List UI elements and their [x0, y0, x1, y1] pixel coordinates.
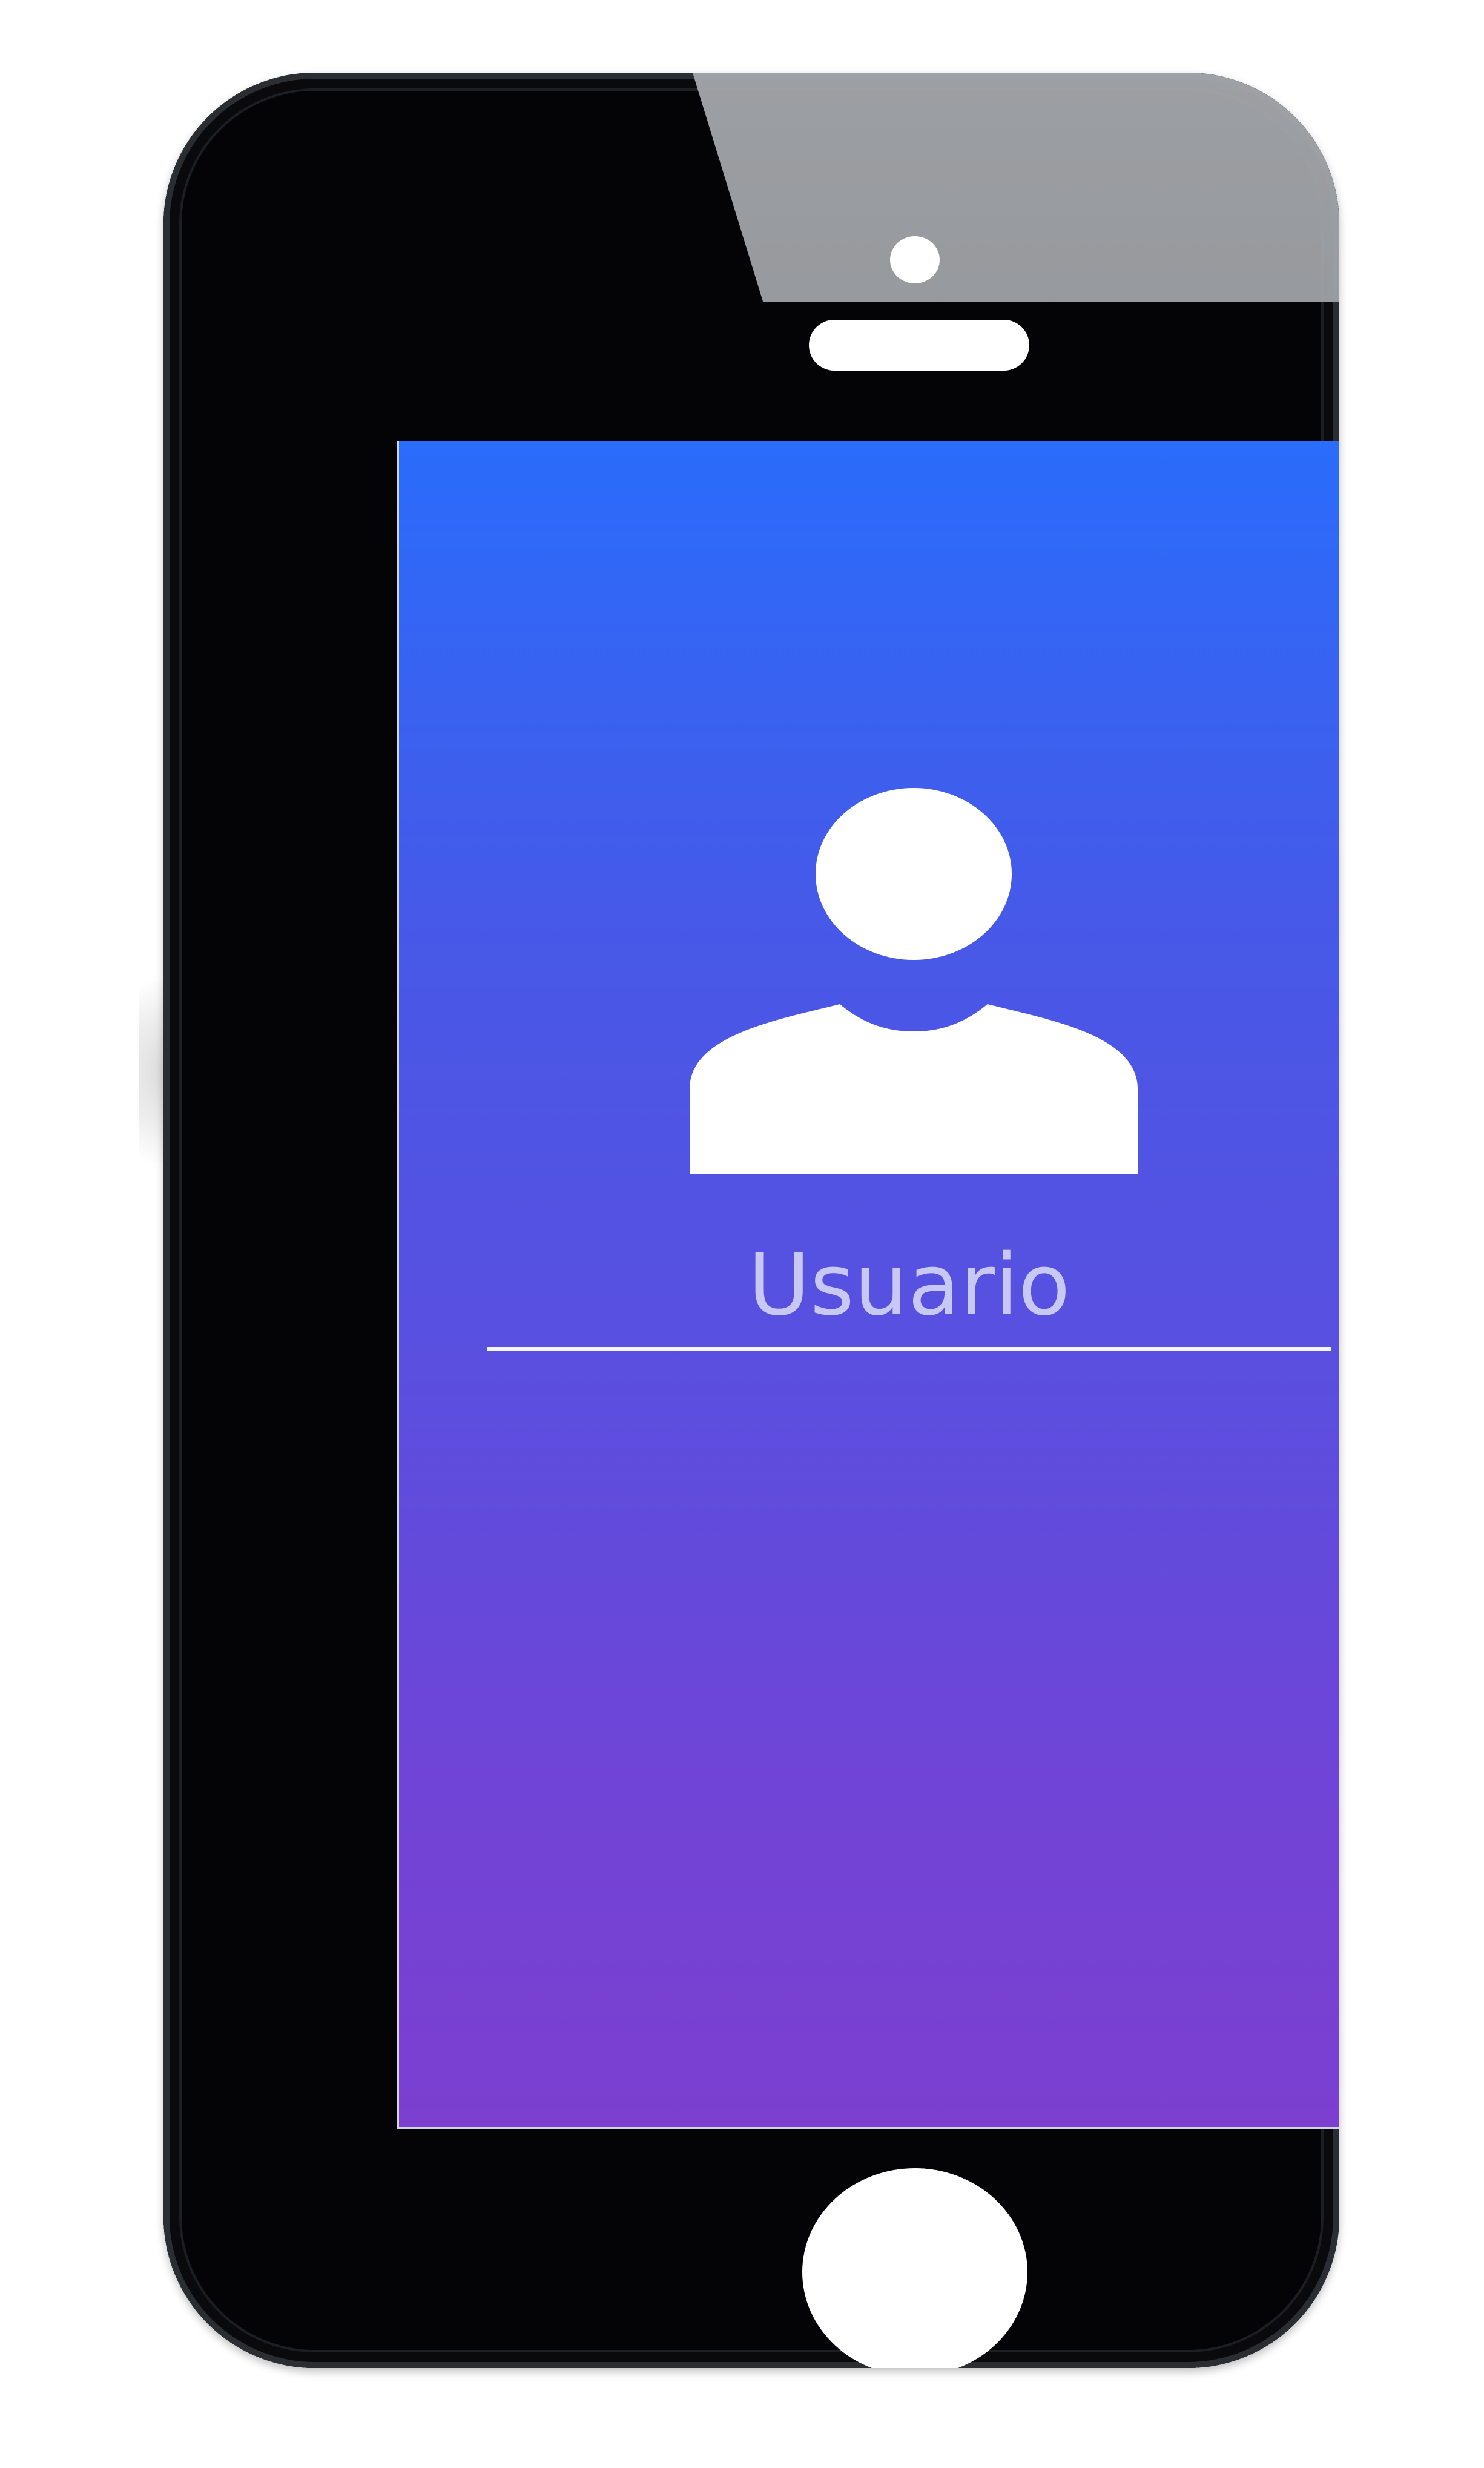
phone-frame	[163, 73, 1339, 2368]
user-icon	[690, 788, 1138, 1174]
username-input[interactable]	[487, 1234, 1331, 1351]
app-screen	[397, 441, 1339, 2129]
home-button[interactable]	[802, 2168, 1027, 2368]
camera-icon	[890, 236, 940, 283]
speaker-icon	[809, 320, 1029, 371]
canvas	[0, 0, 1484, 2468]
